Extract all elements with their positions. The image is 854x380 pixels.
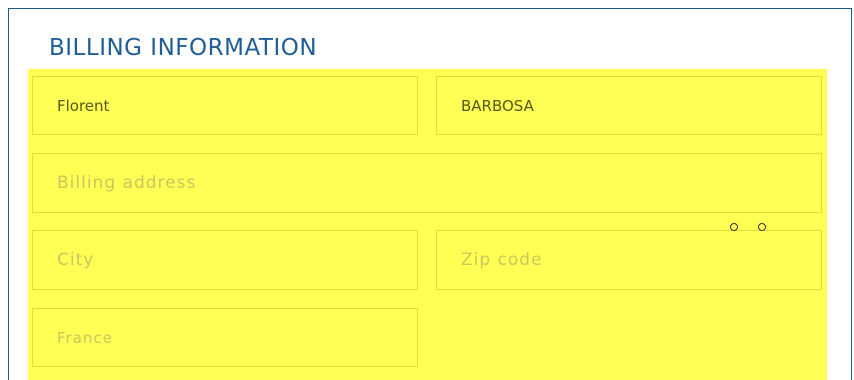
country-field[interactable]: France [32, 308, 418, 367]
billing-form: Florent BARBOSA Billing address City Zip… [28, 69, 827, 380]
first-name-value: Florent [57, 96, 110, 115]
zip-code-field[interactable]: Zip code [436, 230, 822, 290]
loading-dot-icon [730, 223, 738, 231]
section-title: BILLING INFORMATION [49, 35, 318, 61]
last-name-value: BARBOSA [461, 96, 534, 115]
last-name-field[interactable]: BARBOSA [436, 76, 822, 135]
city-placeholder: City [57, 250, 95, 270]
first-name-field[interactable]: Florent [32, 76, 418, 135]
country-value: France [57, 328, 113, 347]
zip-code-placeholder: Zip code [461, 250, 543, 270]
loading-dot-icon [758, 223, 766, 231]
city-field[interactable]: City [32, 230, 418, 290]
billing-address-field[interactable]: Billing address [32, 153, 822, 213]
billing-address-placeholder: Billing address [57, 173, 197, 193]
